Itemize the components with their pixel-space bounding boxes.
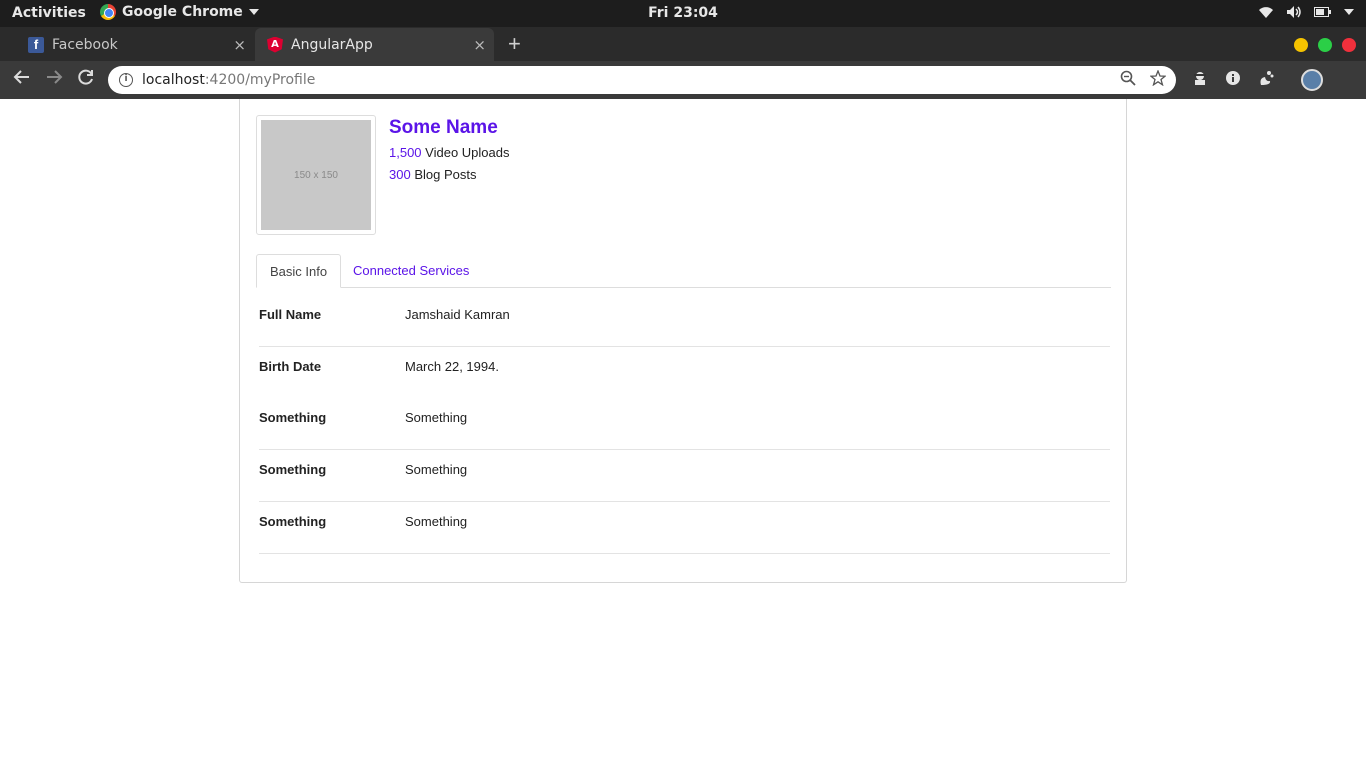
url-path: :4200/myProfile bbox=[204, 72, 316, 88]
stat-video-uploads: 1,500 Video Uploads bbox=[389, 145, 510, 160]
angular-icon: A bbox=[267, 36, 283, 53]
zoom-icon[interactable] bbox=[1120, 70, 1136, 86]
star-icon[interactable] bbox=[1150, 70, 1166, 86]
stat-blog-posts: 300 Blog Posts bbox=[389, 167, 476, 182]
profile-tabs: Basic Info Connected Services bbox=[256, 254, 1111, 288]
system-tray[interactable] bbox=[1258, 5, 1354, 19]
window-controls bbox=[1294, 38, 1356, 52]
reload-icon bbox=[78, 69, 93, 85]
info-row: Something Something bbox=[259, 398, 1110, 450]
extension-spy-icon[interactable] bbox=[1189, 69, 1211, 91]
info-row: Full Name Jamshaid Kamran bbox=[259, 295, 1110, 347]
minimize-button[interactable] bbox=[1294, 38, 1308, 52]
stat-label: Video Uploads bbox=[425, 145, 510, 160]
reload-button[interactable] bbox=[74, 68, 98, 92]
page-content: 150 x 150 Some Name 1,500 Video Uploads … bbox=[0, 99, 1366, 768]
info-row: Something Something bbox=[259, 450, 1110, 502]
tab-connected-services[interactable]: Connected Services bbox=[340, 254, 482, 288]
info-icon[interactable]: i bbox=[119, 73, 133, 87]
facebook-icon: f bbox=[28, 36, 44, 53]
back-button[interactable] bbox=[10, 68, 34, 92]
info-label: Something bbox=[259, 410, 327, 425]
tab-facebook[interactable]: f Facebook × bbox=[16, 28, 254, 61]
stat-label: Blog Posts bbox=[414, 167, 477, 182]
system-top-bar: Activities Google Chrome Fri 23:04 bbox=[0, 0, 1366, 27]
info-value: March 22, 1994. bbox=[405, 359, 499, 374]
system-clock[interactable]: Fri 23:04 bbox=[0, 5, 1366, 21]
info-value: Something bbox=[405, 410, 468, 425]
battery-icon bbox=[1314, 7, 1331, 17]
stat-value: 300 bbox=[389, 167, 411, 182]
info-row: Birth Date March 22, 1994. bbox=[259, 347, 1110, 399]
chevron-down-icon bbox=[1344, 9, 1354, 15]
arrow-right-icon bbox=[47, 70, 63, 84]
profile-name: Some Name bbox=[389, 117, 498, 138]
stat-value: 1,500 bbox=[389, 145, 422, 160]
image-placeholder: 150 x 150 bbox=[261, 120, 371, 230]
volume-icon bbox=[1287, 6, 1301, 18]
close-icon[interactable]: × bbox=[233, 36, 246, 54]
maximize-button[interactable] bbox=[1318, 38, 1332, 52]
info-label: Something bbox=[259, 462, 327, 477]
browser-toolbar: i localhost:4200/myProfile bbox=[0, 61, 1366, 99]
info-row: Something Something bbox=[259, 502, 1110, 554]
tab-strip: f Facebook × A AngularApp × + bbox=[0, 27, 1366, 61]
tab-title: AngularApp bbox=[291, 36, 373, 53]
arrow-left-icon bbox=[13, 70, 29, 84]
close-window-button[interactable] bbox=[1342, 38, 1356, 52]
tab-basic-info[interactable]: Basic Info bbox=[256, 254, 342, 288]
wifi-icon bbox=[1259, 7, 1273, 18]
info-value: Something bbox=[405, 514, 468, 529]
extension-info-icon[interactable] bbox=[1222, 69, 1244, 91]
profile-image: 150 x 150 bbox=[256, 115, 376, 235]
info-label: Something bbox=[259, 514, 327, 529]
extension-gnome-icon[interactable] bbox=[1255, 69, 1277, 91]
profile-avatar[interactable] bbox=[1301, 69, 1323, 91]
forward-button[interactable] bbox=[42, 68, 66, 92]
info-label: Full Name bbox=[259, 307, 322, 322]
profile-card: 150 x 150 Some Name 1,500 Video Uploads … bbox=[239, 99, 1127, 583]
info-value: Something bbox=[405, 462, 468, 477]
url-host: localhost bbox=[142, 72, 205, 88]
tab-angularapp[interactable]: A AngularApp × bbox=[255, 28, 494, 61]
new-tab-button[interactable]: + bbox=[508, 31, 521, 57]
info-value: Jamshaid Kamran bbox=[405, 307, 510, 322]
address-bar[interactable]: i localhost:4200/myProfile bbox=[108, 66, 1176, 94]
tab-title: Facebook bbox=[52, 36, 118, 53]
close-icon[interactable]: × bbox=[473, 36, 486, 54]
info-label: Birth Date bbox=[259, 359, 322, 374]
